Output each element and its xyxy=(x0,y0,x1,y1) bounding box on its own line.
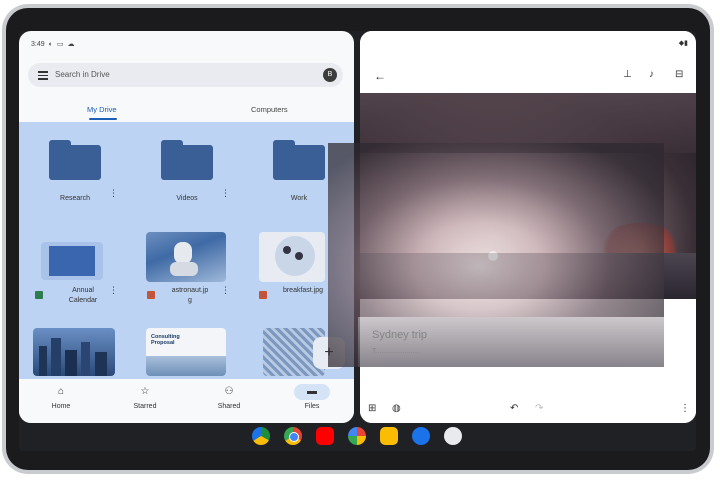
folder-icon[interactable] xyxy=(161,140,213,180)
keep-icon[interactable] xyxy=(380,427,398,445)
drag-preview[interactable]: Sydney trip T...................... xyxy=(328,143,664,367)
file-thumbnail[interactable] xyxy=(146,232,226,282)
file-label-line[interactable]: astronaut.jp xyxy=(164,287,216,294)
folder-label-work[interactable]: Work xyxy=(273,195,325,202)
status-time: 3:49 xyxy=(31,40,45,48)
nav-home[interactable]: ⌂ Home xyxy=(31,385,91,410)
nav-files[interactable]: ▬ Files xyxy=(282,385,342,410)
note-title[interactable]: Sydney trip xyxy=(372,329,427,341)
file-label-line[interactable]: Annual xyxy=(57,287,109,294)
status-bar: 3:49 ◐ ▭ ☁ xyxy=(31,40,75,49)
more-options-icon[interactable]: ⋮ xyxy=(221,286,230,295)
file-label-line[interactable]: Calendar xyxy=(57,297,109,304)
folder-label-videos[interactable]: Videos xyxy=(161,195,213,202)
image-file-icon xyxy=(259,291,267,299)
people-icon: ⚇ xyxy=(224,386,234,397)
tab-computers[interactable]: Computers xyxy=(251,105,288,114)
taskbar xyxy=(19,423,696,451)
nav-shared[interactable]: ⚇ Shared xyxy=(199,385,259,410)
nav-label: Home xyxy=(51,403,71,410)
more-options-icon[interactable]: ⋮ xyxy=(109,189,118,198)
photos-icon[interactable] xyxy=(348,427,366,445)
note-toolbar: ◆▮ ← ⊥ ♪ ⊟ xyxy=(360,31,696,93)
search-input[interactable]: Search in Drive xyxy=(55,70,110,79)
nav-starred[interactable]: ☆ Starred xyxy=(115,385,175,410)
file-thumbnail[interactable] xyxy=(33,328,115,376)
folder-icon[interactable] xyxy=(273,140,325,180)
thumbnail-text: Consulting Proposal xyxy=(151,334,180,346)
overlay-skyline xyxy=(358,317,664,367)
more-vert-icon[interactable]: ⋮ xyxy=(680,403,690,414)
nav-label: Files xyxy=(304,403,320,410)
messages-icon[interactable] xyxy=(412,427,430,445)
nav-label: Starred xyxy=(133,403,157,410)
file-grid: Research ⋮ Videos ⋮ Work Annual Calendar… xyxy=(19,122,354,379)
image-file-icon xyxy=(147,291,155,299)
notification-icon: ◐ xyxy=(48,40,53,48)
file-label-line[interactable]: g xyxy=(164,297,216,304)
app-drawer-icon[interactable] xyxy=(444,427,462,445)
youtube-icon[interactable] xyxy=(316,427,334,445)
chrome-icon[interactable] xyxy=(284,427,302,445)
sheets-icon xyxy=(35,291,43,299)
note-body[interactable]: T...................... xyxy=(372,348,418,355)
drag-handle[interactable] xyxy=(488,251,498,261)
redo-icon[interactable]: ↷ xyxy=(535,403,543,414)
back-arrow-icon[interactable]: ← xyxy=(374,69,386,83)
bottom-navigation: ⌂ Home ☆ Starred ⚇ Shared ▬ Files xyxy=(19,379,354,423)
more-options-icon[interactable]: ⋮ xyxy=(109,286,118,295)
undo-icon[interactable]: ↶ xyxy=(510,403,518,414)
folder-icon: ▬ xyxy=(307,386,317,397)
palette-icon[interactable]: ◍ xyxy=(392,403,401,414)
reminder-icon[interactable]: ♪ xyxy=(649,69,654,80)
tab-indicator xyxy=(89,118,117,120)
tab-my-drive[interactable]: My Drive xyxy=(87,105,117,114)
file-thumbnail[interactable] xyxy=(259,232,325,282)
folder-icon[interactable] xyxy=(49,140,101,180)
search-bar[interactable]: Search in Drive B xyxy=(28,63,343,87)
wifi-icon: ◆▮ xyxy=(678,40,688,47)
file-thumbnail[interactable]: Consulting Proposal xyxy=(146,328,226,376)
avatar[interactable]: B xyxy=(323,68,337,82)
nav-label: Shared xyxy=(217,403,241,410)
pin-icon[interactable]: ⊥ xyxy=(623,69,632,80)
home-icon: ⌂ xyxy=(57,386,65,397)
cloud-icon: ☁ xyxy=(67,41,75,48)
drive-icon[interactable] xyxy=(252,427,270,445)
file-label-line[interactable]: breakfast.jpg xyxy=(273,287,333,294)
more-options-icon[interactable]: ⋮ xyxy=(221,189,230,198)
cast-icon: ▭ xyxy=(56,41,64,48)
archive-icon[interactable]: ⊟ xyxy=(675,69,683,80)
drive-app: 3:49 ◐ ▭ ☁ Search in Drive B My Drive Co… xyxy=(19,31,354,423)
add-box-icon[interactable]: ⊞ xyxy=(368,403,376,414)
menu-icon[interactable] xyxy=(38,71,48,80)
screen: 3:49 ◐ ▭ ☁ Search in Drive B My Drive Co… xyxy=(19,31,696,451)
star-icon: ☆ xyxy=(140,386,150,397)
file-thumbnail[interactable] xyxy=(41,242,103,280)
folder-label-research[interactable]: Research xyxy=(49,195,101,202)
